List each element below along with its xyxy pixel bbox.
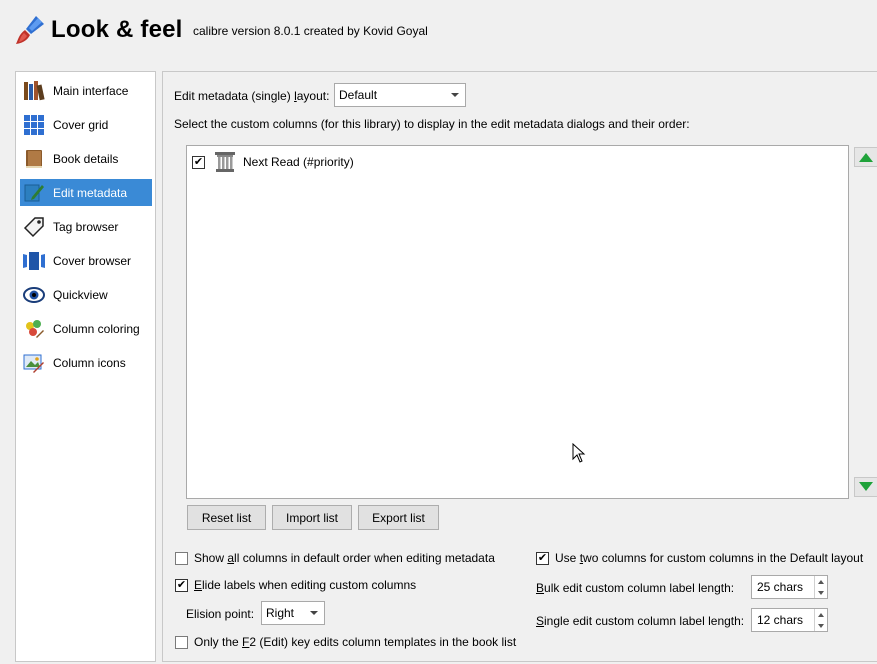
elision-point-label: Elision point: [186,607,255,621]
single-label-length-label: Single edit custom column label length: [536,614,745,628]
edit-icon [22,181,46,205]
f2-edit-checkbox[interactable] [175,635,188,649]
sidebar-item-cover-browser[interactable]: Cover browser [20,247,152,274]
chevron-down-icon [310,611,318,615]
sidebar-item-label: Main interface [53,83,129,98]
move-down-button[interactable] [854,477,877,497]
books-icon [22,79,46,103]
sidebar-item-label: Column icons [53,355,126,370]
layout-label: Edit metadata (single) layout: [174,89,330,103]
import-list-button[interactable]: Import list [272,505,352,530]
spin-up-icon[interactable] [815,609,827,620]
list-item[interactable]: ✔ Next Read (#priority) [191,152,354,172]
version-info: calibre version 8.0.1 created by Kovid G… [193,24,428,38]
sidebar-item-label: Cover grid [53,117,109,132]
sidebar-item-cover-grid[interactable]: Cover grid [20,111,152,138]
grid-icon [22,113,46,137]
column-checkbox[interactable]: ✔ [192,155,205,169]
spin-buttons[interactable] [814,609,827,631]
sidebar-item-label: Book details [53,151,119,166]
spin-down-icon[interactable] [815,620,827,631]
eye-icon [22,283,46,307]
bulk-label-length-spinbox[interactable]: 25 chars [751,575,828,599]
sidebar-item-book-details[interactable]: Book details [20,145,152,172]
elide-labels-checkbox[interactable]: ✔ [175,578,188,592]
sidebar-item-label: Edit metadata [53,185,128,200]
sidebar-item-main-interface[interactable]: Main interface [20,77,152,104]
arrow-down-icon [859,482,873,491]
layout-select[interactable]: Default [334,83,466,107]
cover-flow-icon [22,249,46,273]
sidebar-item-tag-browser[interactable]: Tag browser [20,213,152,240]
two-columns-label: Use two columns for custom columns in th… [555,551,864,565]
sidebar-item-quickview[interactable]: Quickview [20,281,152,308]
two-columns-checkbox[interactable]: ✔ [536,551,549,565]
custom-columns-list[interactable]: ✔ Next Read (#priority) [186,145,849,499]
sidebar-item-label: Tag browser [53,219,119,234]
palette-icon [22,317,46,341]
paintbrush-icon [16,16,44,44]
image-icon [22,351,46,375]
sidebar-item-label: Column coloring [53,321,140,336]
elision-point-value: Right [266,606,295,620]
edit-metadata-panel: Edit metadata (single) layout: Default S… [162,71,877,662]
sidebar-item-label: Cover browser [53,253,132,268]
sidebar-item-edit-metadata[interactable]: Edit metadata [20,179,152,206]
sidebar-item-column-coloring[interactable]: Column coloring [20,315,152,342]
elide-labels-label: Elide labels when editing custom columns [194,578,417,592]
elision-point-select[interactable]: Right [261,601,325,625]
sidebar-item-column-icons[interactable]: Column icons [20,349,152,376]
column-icon [213,151,237,173]
spin-down-icon[interactable] [815,587,827,598]
columns-instruction: Select the custom columns (for this libr… [174,117,690,131]
sidebar: Main interface Cover grid Book details E… [15,71,156,662]
layout-select-value: Default [339,88,378,102]
sidebar-item-label: Quickview [53,287,108,302]
tag-icon [22,215,46,239]
mouse-cursor-icon [572,443,586,463]
elide-labels-option[interactable]: ✔ Elide labels when editing custom colum… [175,578,416,592]
page-title: Look & feel [51,16,183,43]
f2-edit-option[interactable]: Only the F2 (Edit) key edits column temp… [175,635,516,649]
spin-buttons[interactable] [814,576,827,598]
show-all-columns-checkbox[interactable] [175,551,188,565]
bulk-label-length-value: 25 chars [757,580,804,594]
bulk-label-length-label: Bulk edit custom column label length: [536,581,735,595]
export-list-button[interactable]: Export list [358,505,439,530]
show-all-columns-label: Show all columns in default order when e… [194,551,495,565]
move-up-button[interactable] [854,147,877,167]
header: Look & feel calibre version 8.0.1 create… [0,0,877,62]
single-label-length-value: 12 chars [757,613,804,627]
spin-up-icon[interactable] [815,576,827,587]
arrow-up-icon [859,153,873,162]
reset-list-button[interactable]: Reset list [187,505,266,530]
book-icon [22,147,46,171]
column-label: Next Read (#priority) [243,155,354,169]
two-columns-option[interactable]: ✔ Use two columns for custom columns in … [536,551,863,565]
single-label-length-spinbox[interactable]: 12 chars [751,608,828,632]
chevron-down-icon [451,93,459,97]
show-all-columns-option[interactable]: Show all columns in default order when e… [175,551,495,565]
f2-edit-label: Only the F2 (Edit) key edits column temp… [194,635,517,649]
